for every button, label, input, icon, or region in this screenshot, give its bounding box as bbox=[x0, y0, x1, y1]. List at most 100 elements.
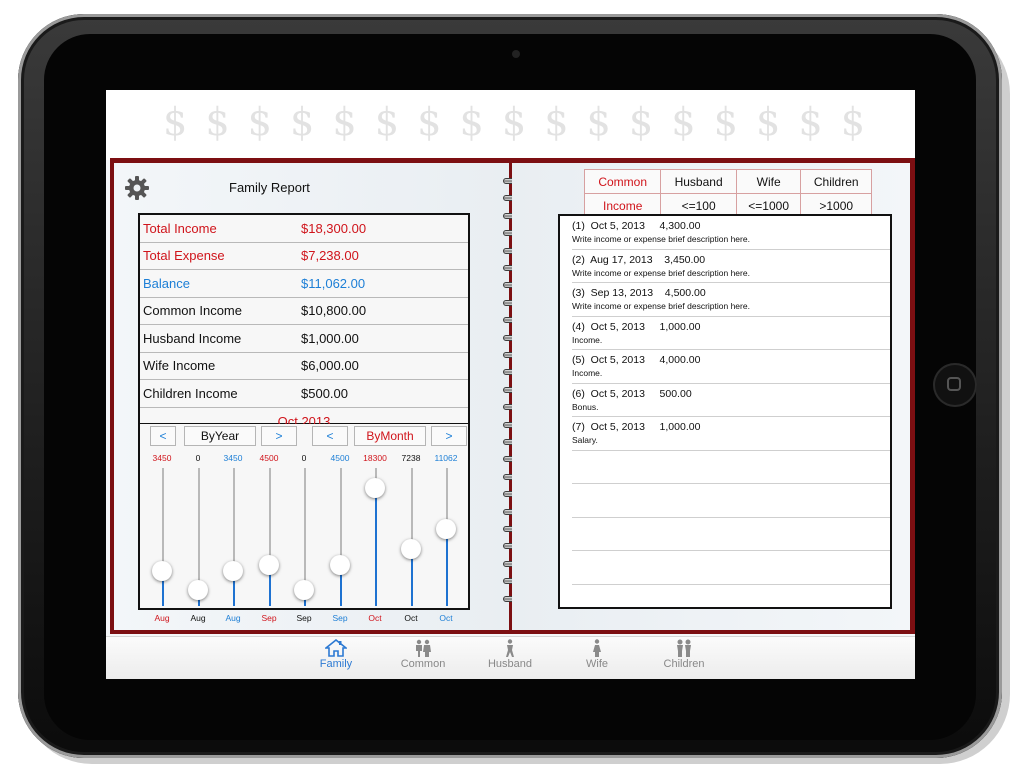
slider-value-label: 3450 bbox=[223, 453, 243, 463]
entry-summary: (6) Oct 5, 2013 500.00 bbox=[572, 387, 692, 400]
dollar-sign-icon: $ bbox=[840, 100, 866, 144]
entry-summary: (5) Oct 5, 2013 4,000.00 bbox=[572, 354, 701, 366]
dollar-sign-icon: $ bbox=[205, 100, 230, 144]
by-year-button[interactable]: ByYear bbox=[184, 426, 256, 446]
slider-knob[interactable] bbox=[401, 539, 421, 560]
slider-month-label: Sep bbox=[261, 613, 277, 623]
entry-row[interactable]: (7) Oct 5, 2013 1,000.00 Salary. bbox=[572, 417, 890, 451]
slider-knob[interactable] bbox=[436, 518, 456, 539]
home-button[interactable] bbox=[933, 363, 977, 407]
entry-row[interactable]: (4) Oct 5, 2013 1,000.00 Income. bbox=[572, 317, 890, 350]
gear-icon[interactable] bbox=[124, 175, 150, 201]
next-year-button[interactable]: > bbox=[261, 426, 297, 446]
dollar-sign-icon: $ bbox=[374, 100, 400, 144]
tab-label: Common bbox=[400, 658, 446, 670]
slider-fill bbox=[445, 528, 448, 606]
prev-month-button[interactable]: < bbox=[312, 426, 348, 446]
summary-row: Total Income $18,300.00 bbox=[140, 215, 468, 243]
summary-label: Balance bbox=[143, 275, 190, 291]
summary-row: Total Expense $7,238.00 bbox=[140, 243, 468, 270]
slider-chart: < ByYear > < ByMonth > 3450 Aug 0 Aug 3450 Au… bbox=[138, 424, 470, 623]
tab-label: Wife bbox=[586, 658, 608, 670]
slider-value-label: 18300 bbox=[363, 453, 387, 463]
tab-wife[interactable]: Wife bbox=[562, 639, 632, 670]
slider-knob[interactable] bbox=[188, 580, 208, 600]
right-page: Common Husband Wife Children Income <=100 <=1… bbox=[512, 163, 910, 630]
summary-row: Common Income $10,800.00 bbox=[140, 298, 468, 325]
dollar-sign-icon: $ bbox=[247, 100, 272, 144]
slider-fill bbox=[374, 488, 377, 606]
entry-description: Salary. bbox=[572, 435, 598, 445]
entry-row[interactable]: (1) Oct 5, 2013 4,300.00 Write income or … bbox=[572, 216, 890, 250]
summary-row: Children Income $500.00 bbox=[140, 380, 468, 408]
entry-row[interactable] bbox=[572, 518, 890, 551]
dollar-sign-icon: $ bbox=[290, 100, 315, 144]
slider-knob[interactable] bbox=[365, 478, 385, 498]
summary-row: Wife Income $6,000.00 bbox=[140, 353, 468, 380]
entry-summary: (4) Oct 5, 2013 1,000.00 bbox=[572, 320, 701, 333]
slider-knob[interactable] bbox=[330, 554, 350, 575]
slider-value-label: 11062 bbox=[434, 453, 458, 463]
slider-month-label: Oct bbox=[439, 613, 453, 623]
entry-row[interactable]: (2) Aug 17, 2013 3,450.00 Write income or… bbox=[572, 250, 890, 283]
category-tab-husband[interactable]: Husband bbox=[660, 169, 737, 194]
header-banner: $ $ $ $ $ $ $ $ $ $ $ $ $ $ $ $ $ bbox=[106, 90, 915, 160]
slider-month-label: Sep bbox=[332, 613, 348, 623]
next-month-button[interactable]: > bbox=[431, 426, 467, 446]
dollar-sign-icon: $ bbox=[756, 100, 781, 144]
summary-table: Total Income $18,300.00 Total Expense $7,23… bbox=[138, 213, 470, 429]
by-month-button[interactable]: ByMonth bbox=[354, 426, 426, 446]
entry-row[interactable] bbox=[572, 551, 890, 585]
entry-summary: (3) Sep 13, 2013 4,500.00 bbox=[572, 287, 706, 299]
left-page: Family Report Total Income $18,300.00 Tota… bbox=[114, 163, 509, 630]
slider-knob[interactable] bbox=[259, 554, 279, 575]
summary-label: Husband Income bbox=[143, 330, 242, 346]
summary-row: Husband Income $1,000.00 bbox=[140, 325, 468, 353]
dollar-sign-icon: $ bbox=[629, 100, 654, 144]
slider-value-label: 3450 bbox=[152, 453, 172, 463]
tab-husband[interactable]: Husband bbox=[475, 639, 545, 670]
tab-label: Family bbox=[319, 658, 353, 670]
entry-row[interactable]: (5) Oct 5, 2013 4,000.00 Income. bbox=[572, 350, 890, 384]
tab-label: Children bbox=[663, 658, 705, 670]
summary-label: Total Income bbox=[143, 220, 217, 236]
category-tab-common[interactable]: Common bbox=[583, 169, 662, 194]
slider-knob[interactable] bbox=[294, 580, 314, 600]
page-title: Family Report bbox=[229, 180, 310, 195]
summary-value: $11,062.00 bbox=[301, 275, 366, 291]
summary-value: $6,000.00 bbox=[301, 358, 359, 374]
slider-value-label: 4500 bbox=[259, 453, 279, 463]
slider-knob[interactable] bbox=[152, 560, 172, 581]
entry-row[interactable]: (3) Sep 13, 2013 4,500.00 Write income or… bbox=[572, 283, 890, 317]
slider-value-label: 0 bbox=[301, 453, 307, 463]
entry-row[interactable] bbox=[572, 451, 890, 484]
notebook: Family Report Total Income $18,300.00 Tota… bbox=[110, 158, 915, 634]
slider-month-label: Aug bbox=[154, 613, 170, 623]
entry-row[interactable] bbox=[572, 484, 890, 518]
slider-month-label: Aug bbox=[225, 613, 241, 623]
dollar-sign-icon: $ bbox=[671, 100, 696, 144]
app-screen: $ $ $ $ $ $ $ $ $ $ $ $ $ $ $ $ $ Family Report bbox=[106, 90, 915, 679]
entry-summary: (7) Oct 5, 2013 1,000.00 bbox=[572, 421, 701, 433]
home-square-icon bbox=[947, 377, 961, 391]
dollar-sign-icon: $ bbox=[713, 100, 738, 144]
category-tab-children[interactable]: Children bbox=[800, 169, 872, 194]
tab-children[interactable]: Children bbox=[649, 639, 719, 670]
slider-month-label: Aug bbox=[190, 613, 206, 623]
summary-value: $10,800.00 bbox=[301, 303, 367, 319]
entry-list: (1) Oct 5, 2013 4,300.00 Write income or … bbox=[558, 214, 892, 609]
slider-value-label: 7238 bbox=[401, 453, 421, 463]
slider-knob[interactable] bbox=[223, 560, 243, 581]
summary-label: Wife Income bbox=[143, 358, 216, 374]
prev-year-button[interactable]: < bbox=[150, 426, 176, 446]
tab-family[interactable]: Family bbox=[301, 639, 371, 670]
entry-summary: (1) Oct 5, 2013 4,300.00 bbox=[572, 220, 701, 232]
entry-row[interactable]: (6) Oct 5, 2013 500.00 Bonus. bbox=[572, 384, 890, 417]
slider-month-label: Oct bbox=[368, 613, 382, 623]
entry-summary: (2) Aug 17, 2013 3,450.00 bbox=[572, 253, 706, 266]
category-table: Common Husband Wife Children Income <=100 <=1… bbox=[583, 169, 872, 218]
slider-value-label: 0 bbox=[195, 453, 201, 463]
category-tab-wife[interactable]: Wife bbox=[735, 169, 802, 194]
tab-common[interactable]: Common bbox=[388, 639, 458, 670]
tab-label: Husband bbox=[487, 658, 533, 670]
